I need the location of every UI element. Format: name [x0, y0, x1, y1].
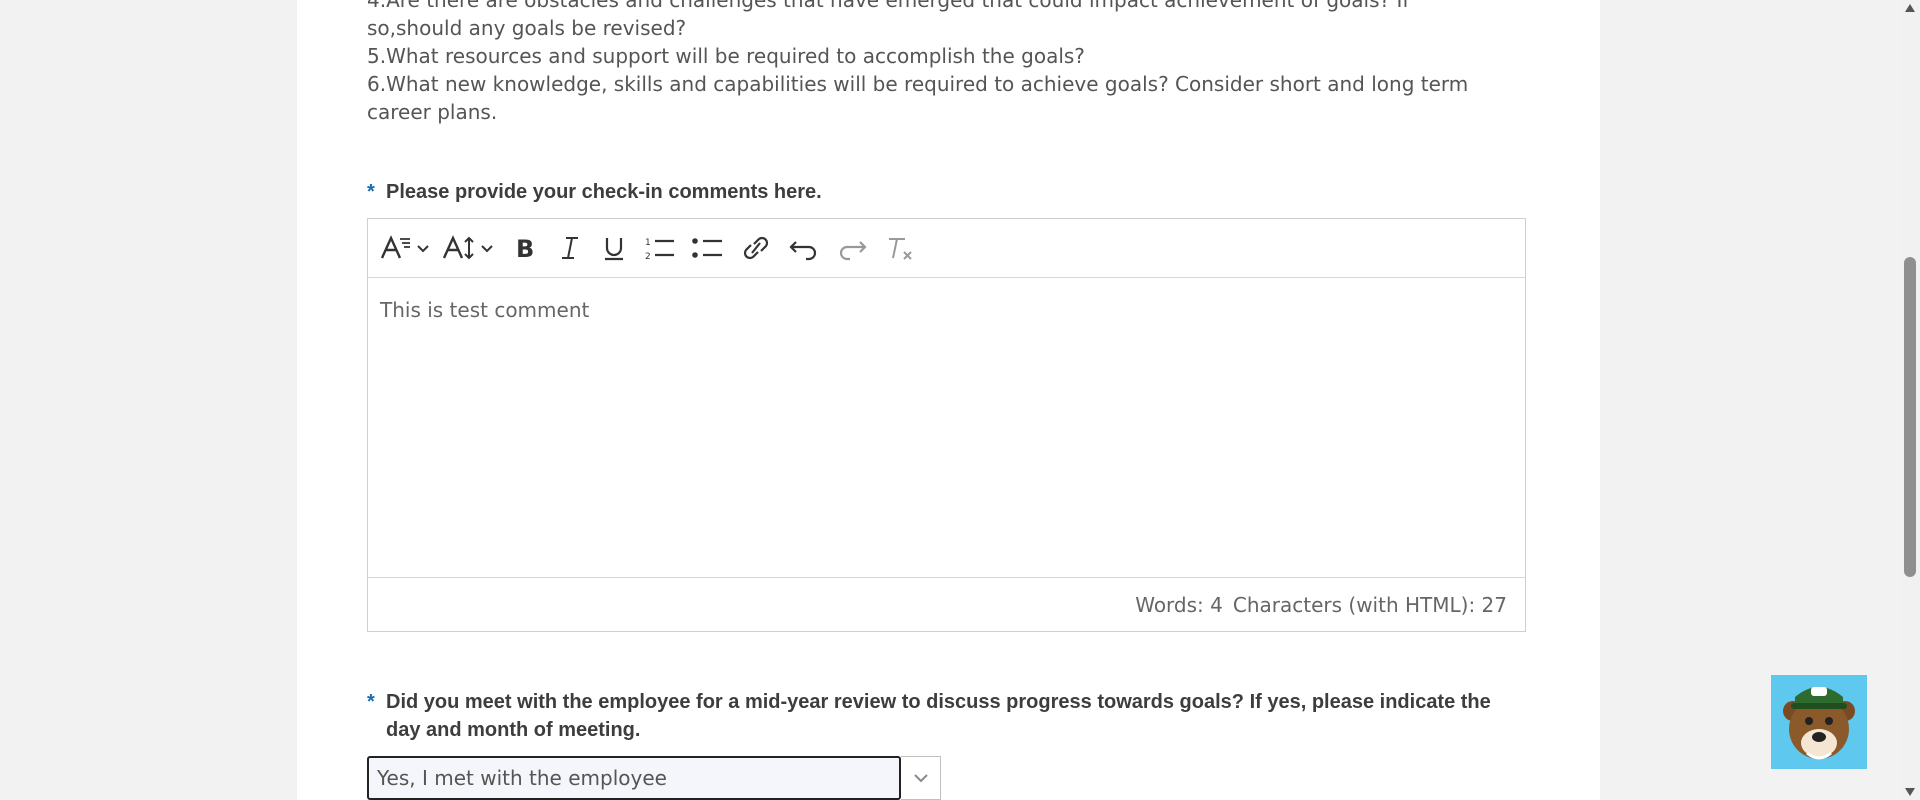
scroll-down-arrow-icon[interactable] — [1905, 788, 1915, 796]
undo-button[interactable] — [784, 228, 824, 268]
bold-icon: B — [516, 235, 534, 262]
midyear-select-value[interactable]: Yes, I met with the employee — [367, 756, 902, 800]
bullet-list-icon — [692, 238, 722, 258]
word-count: Words: 4 — [1135, 592, 1223, 617]
numbered-list-icon: 1 2 — [645, 238, 674, 262]
scrollbar-thumb[interactable] — [1904, 257, 1916, 577]
midyear-review-select[interactable]: Yes, I met with the employee — [367, 756, 941, 800]
svg-text:B: B — [516, 235, 534, 262]
scroll-up-arrow-icon[interactable] — [1905, 4, 1915, 12]
underline-button[interactable] — [596, 228, 632, 268]
character-count: Characters (with HTML): 27 — [1232, 592, 1507, 617]
bullet-list-button[interactable] — [688, 228, 728, 268]
link-button[interactable] — [736, 228, 776, 268]
chevron-down-icon — [913, 774, 928, 783]
editor-text: This is test comment — [380, 298, 590, 322]
link-icon — [743, 236, 769, 260]
page-scrollbar[interactable] — [1900, 0, 1920, 800]
svg-text:2: 2 — [645, 252, 651, 262]
form-card: 4.Are there are obstacles and challenges… — [297, 0, 1600, 800]
font-style-button[interactable] — [380, 228, 434, 268]
checkin-label-text: Please provide your check-in comments he… — [386, 181, 822, 203]
italic-icon — [562, 237, 578, 259]
midyear-label-text: Did you meet with the employee for a mid… — [386, 691, 1491, 741]
guidance-line: 6.What new knowledge, skills and capabil… — [367, 72, 1469, 124]
underline-icon — [605, 238, 623, 261]
checkin-comments-label: * Please provide your check-in comments … — [367, 178, 1507, 206]
font-style-icon — [380, 235, 429, 259]
required-marker: * — [367, 181, 375, 203]
redo-button[interactable] — [832, 228, 872, 268]
editor-statusbar: Words: 4 Characters (with HTML): 27 — [368, 578, 1525, 631]
numbered-list-button[interactable]: 1 2 — [640, 228, 680, 268]
clear-formatting-button[interactable] — [880, 228, 920, 268]
dropdown-toggle[interactable] — [901, 756, 941, 800]
editor-toolbar: B 1 2 — [368, 219, 1525, 278]
editor-content-area[interactable]: This is test comment — [368, 278, 1525, 578]
required-marker: * — [367, 691, 375, 713]
midyear-review-label: * Did you meet with the employee for a m… — [367, 688, 1507, 744]
undo-icon — [789, 241, 817, 261]
bear-mascot-icon — [1783, 687, 1855, 760]
italic-button[interactable] — [552, 228, 588, 268]
font-size-button[interactable] — [442, 228, 500, 268]
guidance-line: 4.Are there are obstacles and challenges… — [367, 0, 1410, 40]
rich-text-editor: B 1 2 This is test comment Words: 4 Char… — [367, 218, 1526, 632]
bold-button[interactable]: B — [508, 228, 544, 268]
svg-text:1: 1 — [645, 238, 651, 248]
redo-icon — [839, 241, 867, 261]
question-guidance: 4.Are there are obstacles and challenges… — [367, 0, 1487, 126]
clear-formatting-icon — [889, 238, 912, 260]
font-size-icon — [442, 235, 493, 260]
guidance-line: 5.What resources and support will be req… — [367, 44, 1085, 68]
chat-assistant-mascot[interactable] — [1771, 675, 1867, 769]
